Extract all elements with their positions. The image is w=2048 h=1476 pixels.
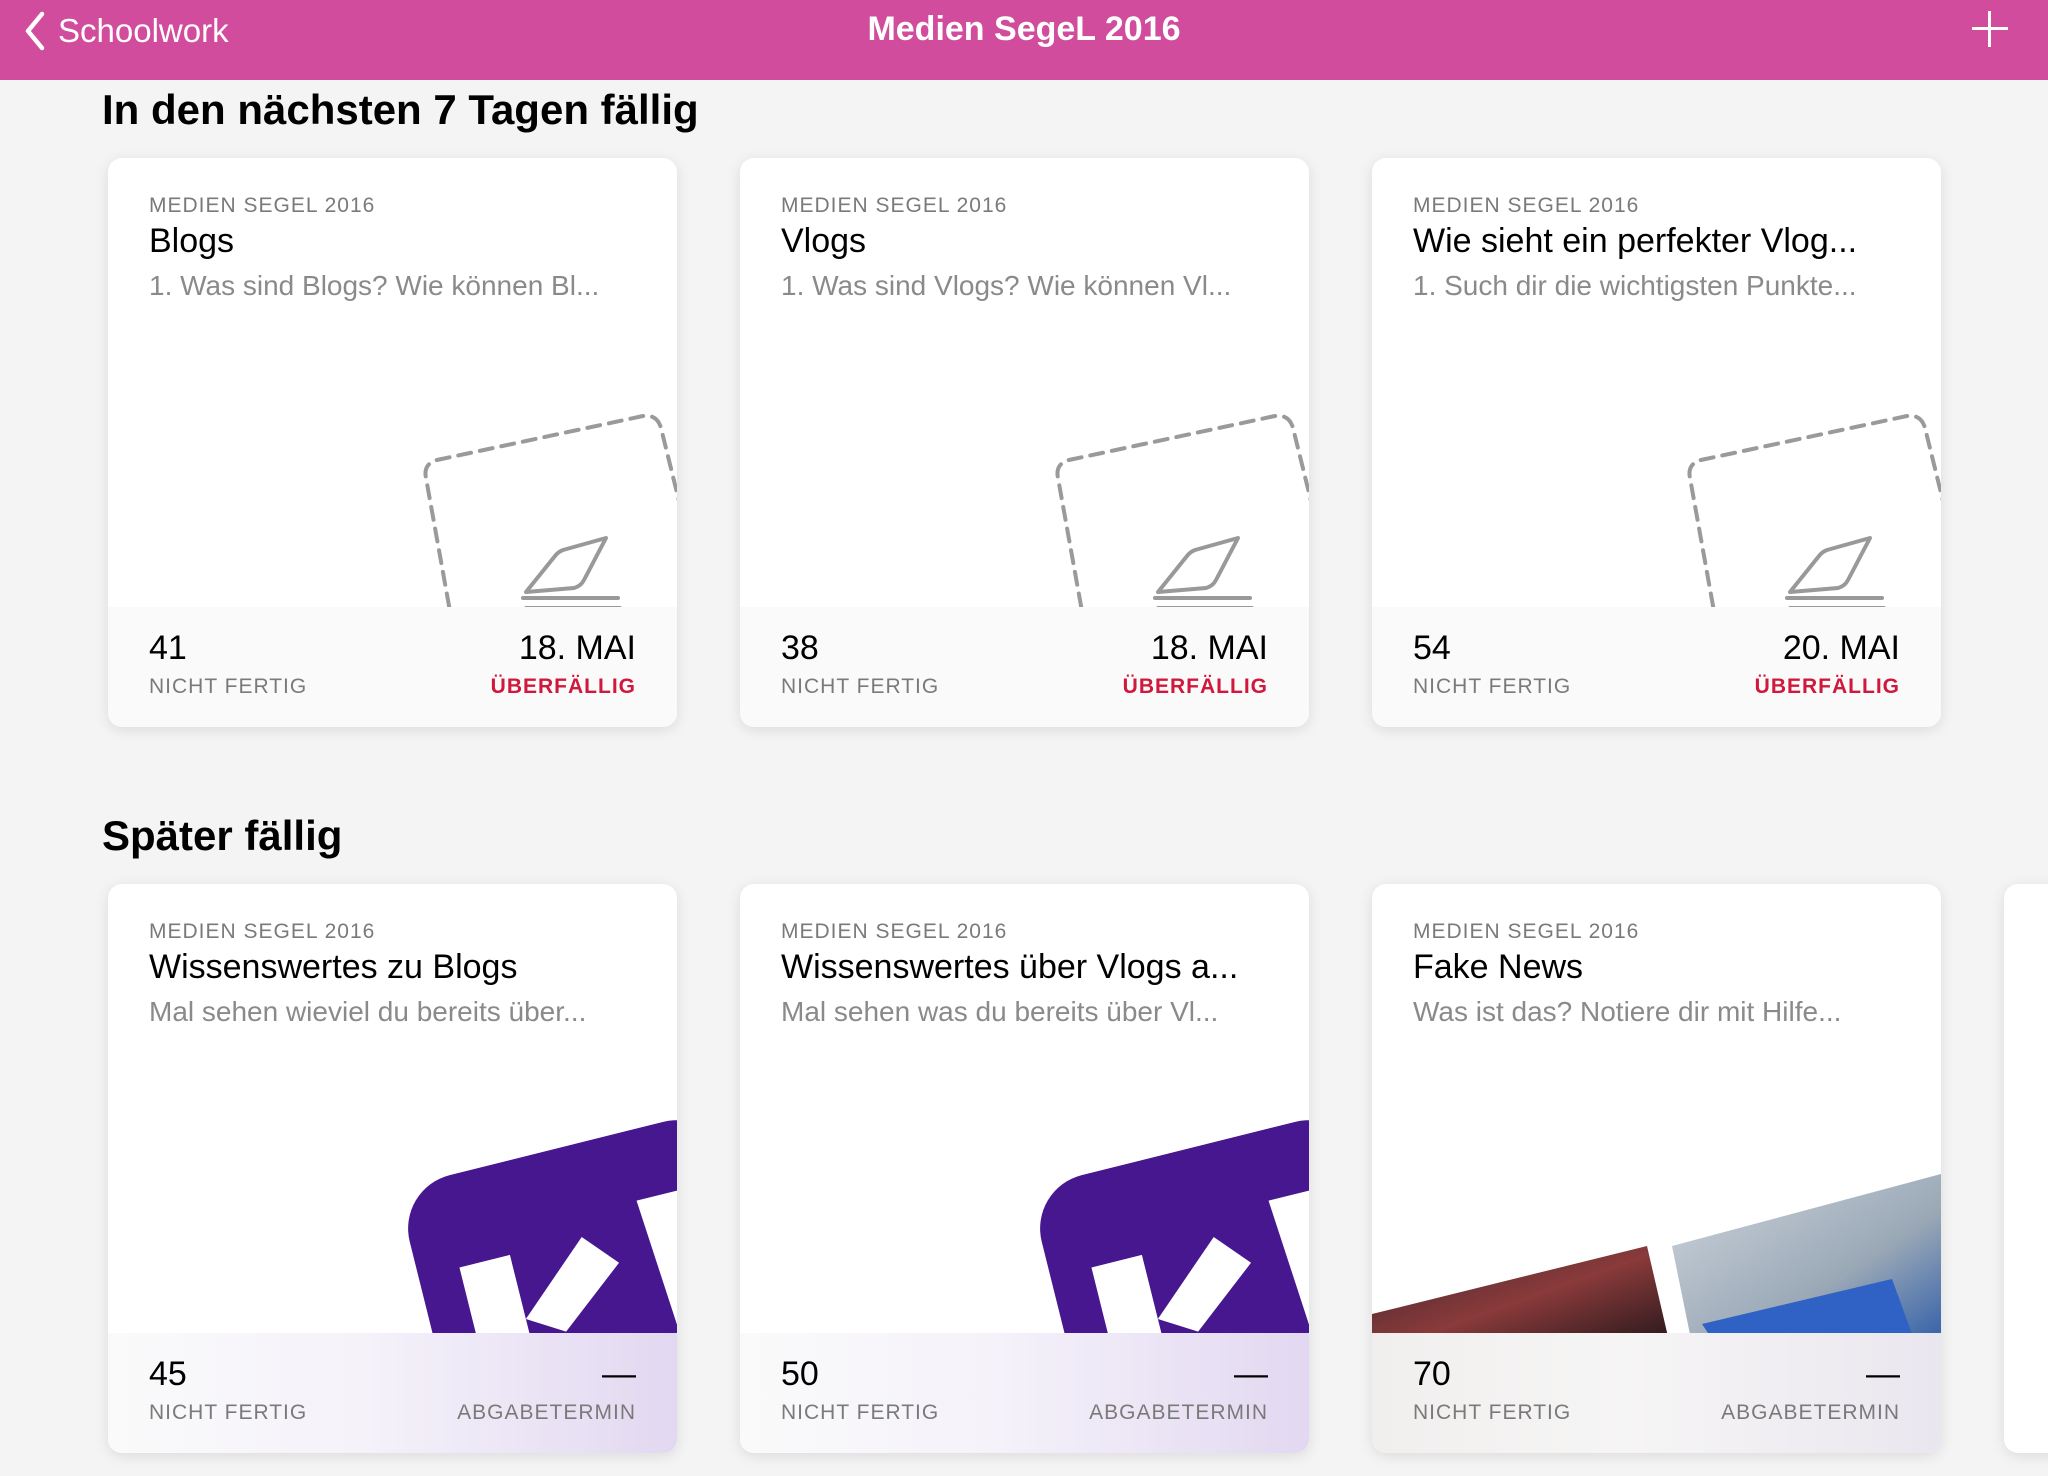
not-done-label: NICHT FERTIG [781,1401,940,1424]
assignment-description: 1. Was sind Vlogs? Wie können Vl... [781,270,1232,301]
assignment-card[interactable]: MEDIEN SEGEL 2016 Vlogs 1. Was sind Vlog… [740,158,1309,727]
not-done-label: NICHT FERTIG [1413,1401,1572,1424]
section-title-due-soon: In den nächsten 7 Tagen fällig [102,86,699,133]
navigation-bar: Schoolwork Medien SegeL 2016 [0,0,2048,80]
not-done-count: 41 [149,629,187,667]
assignment-title: Wissenswertes zu Blogs [149,948,518,986]
due-date-label: ABGABETERMIN [457,1401,636,1424]
assignment-title: Wissenswertes über Vlogs a... [781,948,1239,986]
assignment-card[interactable]: MEDIEN SEGEL 2016 Fake News Was ist das?… [1372,884,1941,1453]
class-name: MEDIEN SEGEL 2016 [1413,920,1640,943]
not-done-count: 50 [781,1355,819,1393]
page-title: Medien SegeL 2016 [867,10,1181,48]
not-done-label: NICHT FERTIG [1413,675,1572,698]
not-done-label: NICHT FERTIG [149,1401,308,1424]
assignment-card[interactable]: MEDIEN SEGEL 2016 Wissenswertes über Vlo… [740,884,1309,1453]
card-footer: 70 NICHT FERTIG — ABGABETERMIN [1372,1333,1941,1453]
not-done-label: NICHT FERTIG [149,675,308,698]
assignment-description: Mal sehen wieviel du bereits über... [149,996,587,1027]
class-name: MEDIEN SEGEL 2016 [149,194,376,217]
overdue-badge: ÜBERFÄLLIG [490,675,636,698]
not-done-count: 54 [1413,629,1451,667]
assignment-title: Fake News [1413,948,1584,986]
due-date-label: ABGABETERMIN [1089,1401,1268,1424]
overdue-badge: ÜBERFÄLLIG [1122,675,1268,698]
card-footer: 38 NICHT FERTIG 18. MAI ÜBERFÄLLIG [740,607,1309,727]
overdue-badge: ÜBERFÄLLIG [1754,675,1900,698]
assignment-description: Mal sehen was du bereits über Vl... [781,996,1219,1027]
assignment-title: Wie sieht ein perfekter Vlog... [1413,222,1858,260]
card-footer: 54 NICHT FERTIG 20. MAI ÜBERFÄLLIG [1372,607,1941,727]
class-name: MEDIEN SEGEL 2016 [149,920,376,943]
assignment-card[interactable]: MEDIEN SEGEL 2016 Wissenswertes zu Blogs… [108,884,677,1453]
class-name: MEDIEN SEGEL 2016 [781,194,1008,217]
card-footer: 45 NICHT FERTIG — ABGABETERMIN [108,1333,677,1453]
due-date-label: ABGABETERMIN [1721,1401,1900,1424]
due-date: — [1866,1355,1900,1393]
due-date: — [602,1355,636,1393]
not-done-label: NICHT FERTIG [781,675,940,698]
assignment-card-partial[interactable] [2004,884,2048,1453]
class-name: MEDIEN SEGEL 2016 [1413,194,1640,217]
assignment-title: Blogs [149,222,235,260]
due-date: 20. MAI [1782,629,1900,667]
due-date: — [1234,1355,1268,1393]
assignment-card[interactable]: MEDIEN SEGEL 2016 Wie sieht ein perfekte… [1372,158,1941,727]
assignment-description: Was ist das? Notiere dir mit Hilfe... [1413,996,1842,1027]
not-done-count: 38 [781,629,819,667]
section-title-due-later: Später fällig [102,812,343,859]
assignment-title: Vlogs [781,222,867,260]
due-date: 18. MAI [518,629,636,667]
add-icon[interactable] [1972,11,2008,47]
assignment-description: 1. Was sind Blogs? Wie können Bl... [149,270,600,301]
class-name: MEDIEN SEGEL 2016 [781,920,1008,943]
assignment-card[interactable]: MEDIEN SEGEL 2016 Blogs 1. Was sind Blog… [108,158,677,727]
card-footer: 50 NICHT FERTIG — ABGABETERMIN [740,1333,1309,1453]
not-done-count: 70 [1413,1355,1451,1393]
card-footer: 41 NICHT FERTIG 18. MAI ÜBERFÄLLIG [108,607,677,727]
due-date: 18. MAI [1150,629,1268,667]
assignment-description: 1. Such dir die wichtigsten Punkte... [1413,270,1857,301]
not-done-count: 45 [149,1355,187,1393]
